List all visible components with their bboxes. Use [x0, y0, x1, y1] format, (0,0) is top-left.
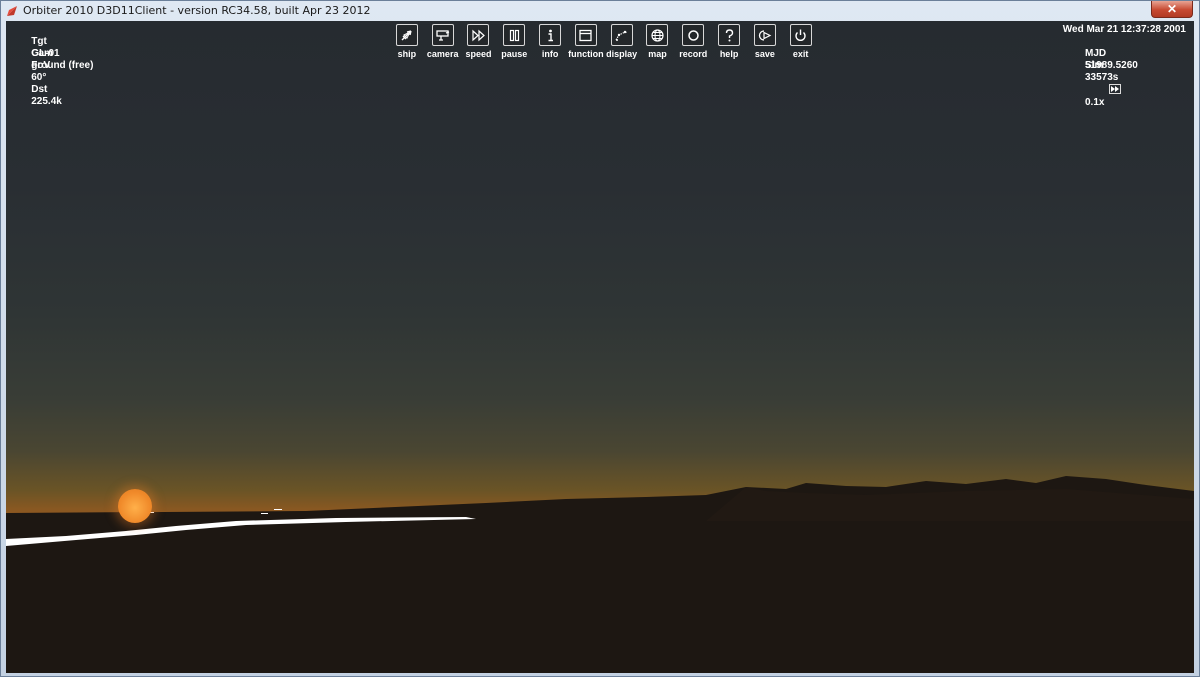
- record-label: record: [679, 49, 708, 59]
- map-button[interactable]: map: [640, 24, 676, 64]
- record-icon: [682, 24, 705, 46]
- window-title: Orbiter 2010 D3D11Client - version RC34.…: [23, 4, 371, 17]
- ship-button[interactable]: ship: [389, 24, 425, 64]
- camera-button[interactable]: camera: [425, 24, 461, 64]
- camera-label: camera: [426, 49, 459, 59]
- fov-label: FoV: [31, 60, 51, 71]
- hud-time-info: Wed Mar 21 12:37:28 2001 MJD 51989.5260 …: [1062, 24, 1186, 108]
- info-label: info: [541, 49, 559, 59]
- display-button[interactable]: display: [604, 24, 640, 64]
- function-icon: [574, 24, 597, 46]
- dst-value: 225.4k: [31, 96, 62, 107]
- simulation-viewport[interactable]: Tgt GL-01 Cam ground (free) FoV 60° Dst …: [6, 21, 1194, 673]
- speed-icon: [467, 24, 490, 46]
- sun: [118, 489, 152, 523]
- exit-label: exit: [792, 49, 809, 59]
- display-label: display: [606, 49, 638, 59]
- pause-icon: [503, 24, 526, 46]
- camera-icon: [431, 24, 454, 46]
- hud-target-info: Tgt GL-01 Cam ground (free) FoV 60° Dst …: [9, 24, 93, 107]
- function-label: function: [568, 49, 604, 59]
- time-accel-icon[interactable]: [1109, 84, 1121, 94]
- ship-icon: [395, 24, 418, 46]
- hud-target-row: Tgt GL-01: [9, 24, 93, 59]
- dst-label: Dst: [31, 84, 48, 95]
- speed-label: speed: [465, 49, 492, 59]
- save-icon: [753, 24, 776, 46]
- function-button[interactable]: function: [568, 24, 604, 64]
- globe-icon: [646, 24, 669, 46]
- save-button[interactable]: save: [747, 24, 783, 64]
- map-label: map: [648, 49, 667, 59]
- orbiter-app-icon: [7, 6, 17, 16]
- sim-label: Sim: [1085, 60, 1104, 71]
- display-icon: [610, 24, 633, 46]
- power-icon: [789, 24, 812, 46]
- speed-button[interactable]: speed: [461, 24, 497, 64]
- info-button[interactable]: info: [532, 24, 568, 64]
- time-accel-value: 0.1x: [1085, 97, 1105, 108]
- pause-label: pause: [501, 49, 528, 59]
- hud-datetime: Wed Mar 21 12:37:28 2001: [1062, 24, 1186, 35]
- info-icon: [539, 24, 562, 46]
- tgt-label: Tgt: [31, 36, 47, 47]
- title-bar[interactable]: Orbiter 2010 D3D11Client - version RC34.…: [1, 1, 1199, 21]
- terrain: [6, 476, 1194, 673]
- ship-label: ship: [397, 49, 417, 59]
- exit-button[interactable]: exit: [783, 24, 819, 64]
- mjd-label: MJD: [1085, 48, 1107, 59]
- fov-value: 60°: [31, 72, 47, 83]
- save-label: save: [754, 49, 775, 59]
- window-close-button[interactable]: ✕: [1151, 1, 1193, 18]
- sim-value: 33573s: [1085, 72, 1119, 83]
- help-button[interactable]: help: [711, 24, 747, 64]
- app-window: Orbiter 2010 D3D11Client - version RC34.…: [0, 0, 1200, 677]
- help-label: help: [719, 49, 739, 59]
- cam-label: Cam: [31, 48, 53, 59]
- main-toolbar: ship camera speed pause info function di…: [389, 24, 819, 64]
- pause-button[interactable]: pause: [496, 24, 532, 64]
- record-button[interactable]: record: [675, 24, 711, 64]
- help-icon: [718, 24, 741, 46]
- hud-mjd-row: MJD 51989.5260: [1063, 36, 1186, 71]
